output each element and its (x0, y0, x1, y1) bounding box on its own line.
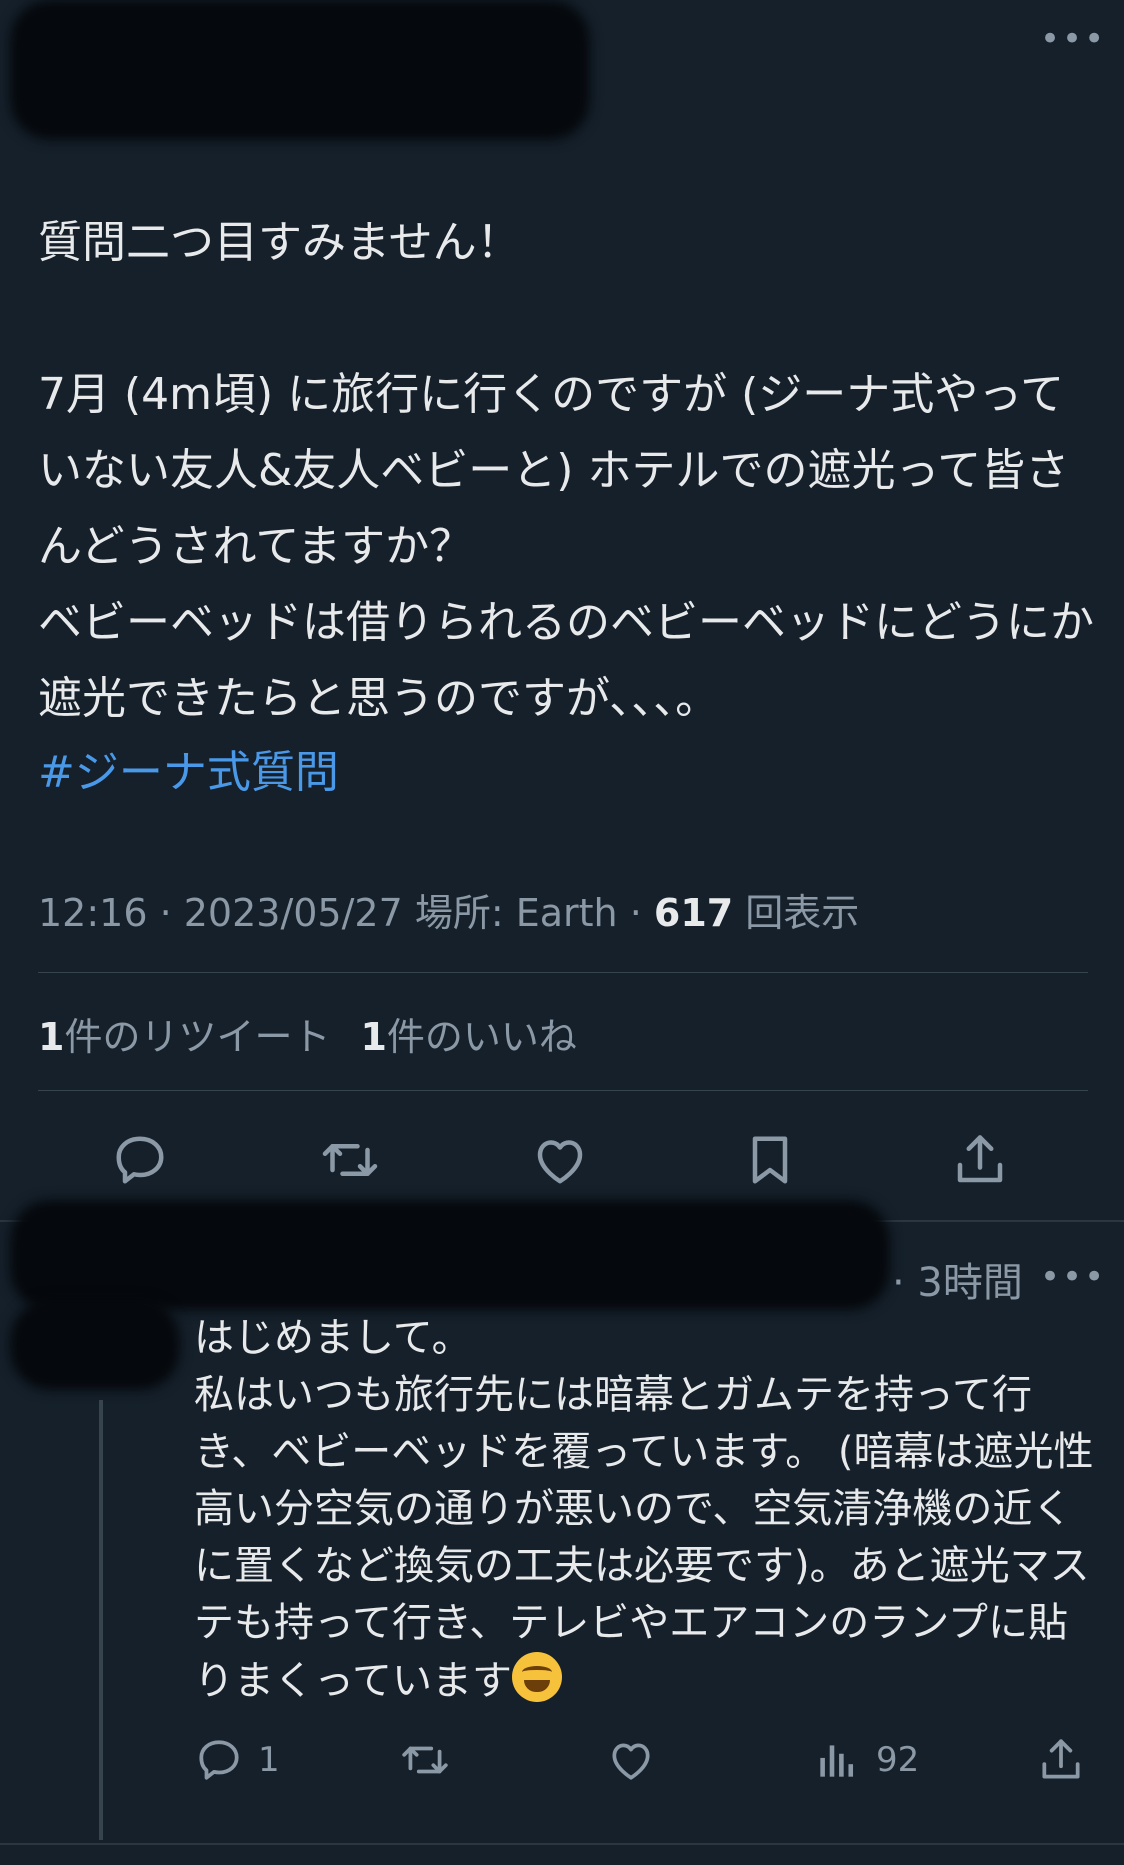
reply-share-action[interactable] (1036, 1735, 1086, 1785)
reply-text: はじめまして。 私はいつも旅行先には暗幕とガムテを持って行き、ベビーベッドを覆っ… (194, 1310, 1094, 1710)
views-chart-icon[interactable] (812, 1735, 862, 1785)
reply-reply-action[interactable]: 1 (194, 1735, 280, 1785)
share-icon[interactable] (950, 1130, 1010, 1190)
tweet-timestamp-location: 12:16 · 2023/05/27 場所: Earth · (38, 891, 654, 935)
divider (38, 1090, 1088, 1091)
like-icon[interactable] (606, 1735, 656, 1785)
like-icon[interactable] (530, 1130, 590, 1190)
bookmark-icon[interactable] (740, 1130, 800, 1190)
retweets-count[interactable]: 1 (38, 1015, 64, 1059)
more-icon[interactable]: ••• (1040, 22, 1106, 56)
share-icon[interactable] (1036, 1735, 1086, 1785)
views-label: 回表示 (733, 891, 860, 935)
views-count: 617 (653, 891, 734, 935)
retweets-label[interactable]: 件のリツイート (64, 1015, 330, 1059)
hashtag-link[interactable]: #ジーナ式質問 (38, 735, 339, 811)
more-icon[interactable]: ••• (1040, 1260, 1106, 1294)
reply-icon[interactable] (110, 1130, 170, 1190)
reply-body: はじめまして。 私はいつも旅行先には暗幕とガムテを持って行き、ベビーベッドを覆っ… (194, 1315, 1094, 1704)
retweet-icon[interactable] (320, 1130, 380, 1190)
divider (0, 1843, 1124, 1845)
tweet-stats: 1件のリツイート 1件のいいね (38, 1006, 577, 1061)
retweet-icon[interactable] (400, 1735, 450, 1785)
redacted-author-header (10, 0, 590, 140)
reply-icon[interactable] (194, 1735, 244, 1785)
divider (38, 972, 1088, 973)
reply-actions: 1 92 (0, 1735, 1124, 1785)
reply-retweet-action[interactable] (400, 1735, 450, 1785)
reply-views-count: 92 (876, 1740, 920, 1780)
reply-like-action[interactable] (606, 1735, 656, 1785)
reply-timestamp: · 3時間 (892, 1260, 1023, 1306)
tweet-actions (0, 1130, 1124, 1190)
reply-count: 1 (258, 1740, 280, 1780)
tweet-meta: 12:16 · 2023/05/27 場所: Earth · 617 回表示 (38, 882, 859, 937)
laughing-emoji-icon (512, 1652, 562, 1702)
redacted-reply-avatar (10, 1300, 180, 1390)
reply-views-action[interactable]: 92 (812, 1735, 919, 1785)
likes-label[interactable]: 件のいいね (387, 1015, 577, 1059)
redacted-reply-author (10, 1200, 890, 1310)
tweet-text: 質問二つ目すみません！ 7月 (4m頃) に旅行に行くのですが (ジーナ式やって… (38, 217, 1094, 724)
likes-count[interactable]: 1 (360, 1015, 386, 1059)
